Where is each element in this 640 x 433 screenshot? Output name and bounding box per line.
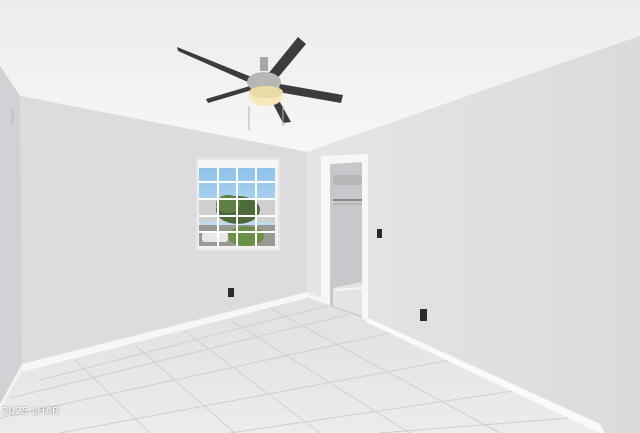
- wall-outlet-right: [420, 309, 427, 321]
- room-photo: 2025 LHAR: [0, 0, 640, 433]
- wall-outlet-back: [228, 288, 234, 297]
- watermark: 2025 LHAR: [2, 406, 60, 417]
- light-switch: [377, 229, 382, 238]
- closet-doorway: [321, 154, 368, 321]
- thermostat-mark: [11, 110, 14, 124]
- room-illustration: [0, 0, 640, 433]
- window: [196, 158, 280, 251]
